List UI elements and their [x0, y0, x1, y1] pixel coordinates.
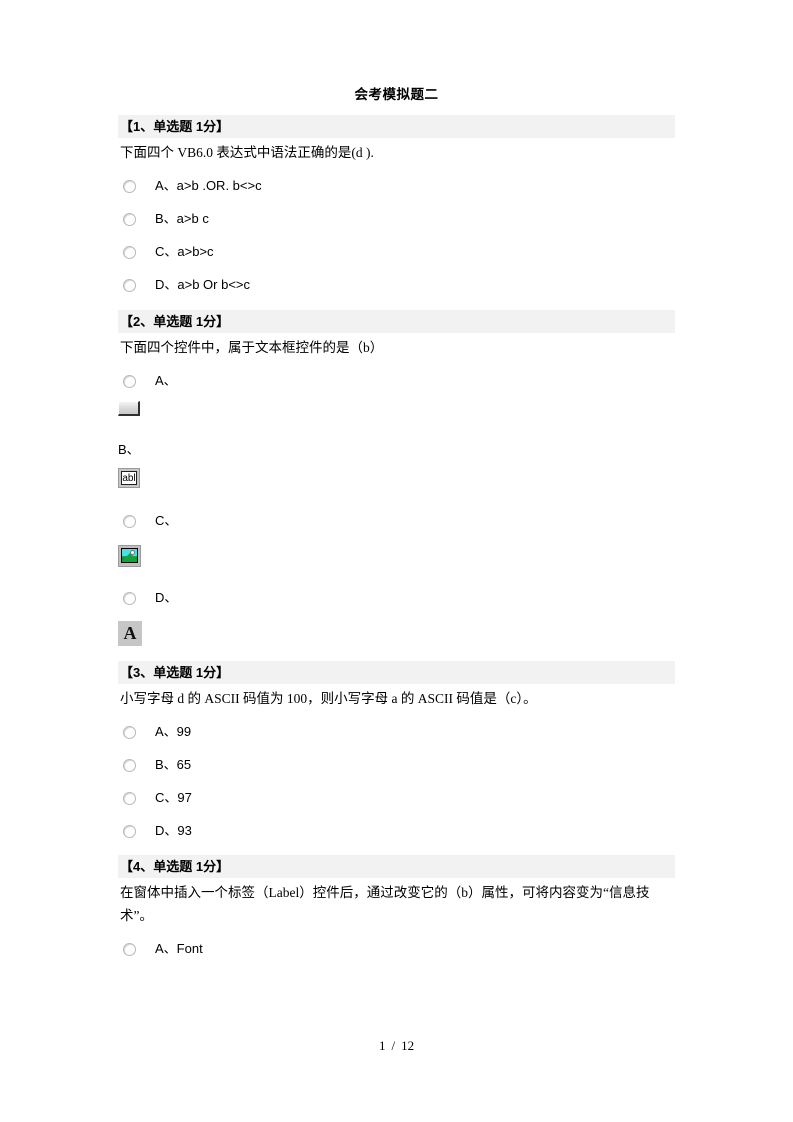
- option-row-2d[interactable]: D、: [118, 589, 675, 609]
- option-2a-icon-wrapper: [118, 401, 675, 425]
- option-label: A、: [155, 373, 177, 388]
- question-header-3: 【3、单选题 1分】: [118, 661, 675, 684]
- question-header-2: 【2、单选题 1分】: [118, 310, 675, 333]
- question-block-2: 【2、单选题 1分】 下面四个控件中，属于文本框控件的是（b） A、 B、 ab…: [118, 310, 675, 648]
- option-label: C、: [155, 513, 178, 528]
- footer-separator: /: [391, 1038, 396, 1053]
- option-row-3d[interactable]: D、93: [118, 822, 675, 842]
- option-label: B、65: [155, 757, 192, 772]
- picture-sun-shape: [130, 550, 135, 555]
- picture-frame: [121, 548, 138, 563]
- document-page: 会考模拟题二 【1、单选题 1分】 下面四个 VB6.0 表达式中语法正确的是(…: [0, 0, 793, 1122]
- option-label: C、97: [155, 790, 192, 805]
- radio-icon[interactable]: [123, 592, 136, 605]
- option-label: C、a>b>c: [155, 244, 214, 259]
- option-label: D、a>b Or b<>c: [155, 277, 251, 292]
- footer-total-pages: 12: [401, 1038, 415, 1053]
- option-2c-icon-wrapper: [118, 545, 675, 569]
- option-row-4a[interactable]: A、Font: [118, 940, 675, 960]
- option-label: A、a>b .OR. b<>c: [155, 178, 262, 193]
- question-text-1: 下面四个 VB6.0 表达式中语法正确的是(d ).: [120, 145, 374, 160]
- question-block-1: 【1、单选题 1分】 下面四个 VB6.0 表达式中语法正确的是(d ). A、…: [118, 115, 675, 296]
- option-row-2b[interactable]: B、: [118, 441, 675, 459]
- page-title: 会考模拟题二: [354, 87, 439, 102]
- vb-label-icon: A: [118, 621, 142, 646]
- option-label: B、a>b c: [155, 211, 209, 226]
- option-label: B、: [118, 442, 140, 457]
- option-row-3a[interactable]: A、99: [118, 723, 675, 743]
- radio-icon[interactable]: [123, 515, 136, 528]
- radio-icon[interactable]: [123, 943, 136, 956]
- option-label: A、Font: [155, 941, 203, 956]
- vb-textbox-icon: abl: [118, 468, 140, 488]
- radio-icon[interactable]: [123, 180, 136, 193]
- option-row-2a[interactable]: A、: [118, 372, 675, 392]
- picture-hill-shape: [122, 553, 137, 562]
- question-block-3: 【3、单选题 1分】 小写字母 d 的 ASCII 码值为 100，则小写字母 …: [118, 661, 675, 842]
- option-label: A、99: [155, 724, 192, 739]
- option-2b-icon-wrapper: abl: [118, 468, 675, 492]
- radio-icon[interactable]: [123, 375, 136, 388]
- radio-icon[interactable]: [123, 759, 136, 772]
- radio-icon[interactable]: [123, 726, 136, 739]
- question-text-2: 下面四个控件中，属于文本框控件的是（b）: [120, 340, 384, 355]
- page-footer: 1/12: [0, 1038, 793, 1054]
- vb-picturebox-icon: [118, 545, 141, 567]
- question-header-1: 【1、单选题 1分】: [118, 115, 675, 138]
- option-row-2c[interactable]: C、: [118, 512, 675, 532]
- radio-icon[interactable]: [123, 213, 136, 226]
- option-row-1c[interactable]: C、a>b>c: [118, 243, 675, 263]
- question-block-4: 【4、单选题 1分】 在窗体中插入一个标签（Label）控件后，通过改变它的（b…: [118, 855, 675, 960]
- question-header-4: 【4、单选题 1分】: [118, 855, 675, 878]
- radio-icon[interactable]: [123, 825, 136, 838]
- vb-textbox-icon-text: abl: [121, 471, 137, 485]
- vb-commandbutton-icon: [118, 401, 140, 416]
- option-2d-icon-wrapper: A: [118, 621, 675, 648]
- document-content: 会考模拟题二 【1、单选题 1分】 下面四个 VB6.0 表达式中语法正确的是(…: [118, 86, 675, 960]
- option-row-1b[interactable]: B、a>b c: [118, 210, 675, 230]
- option-row-3c[interactable]: C、97: [118, 789, 675, 809]
- radio-icon[interactable]: [123, 279, 136, 292]
- question-text-4: 在窗体中插入一个标签（Label）控件后，通过改变它的（b）属性，可将内容变为“…: [120, 885, 650, 923]
- option-label: D、93: [155, 823, 192, 838]
- option-row-3b[interactable]: B、65: [118, 756, 675, 776]
- option-label: D、: [155, 590, 178, 605]
- radio-icon[interactable]: [123, 792, 136, 805]
- question-text-3: 小写字母 d 的 ASCII 码值为 100，则小写字母 a 的 ASCII 码…: [120, 691, 537, 706]
- option-row-1a[interactable]: A、a>b .OR. b<>c: [118, 177, 675, 197]
- radio-icon[interactable]: [123, 246, 136, 259]
- option-row-1d[interactable]: D、a>b Or b<>c: [118, 276, 675, 296]
